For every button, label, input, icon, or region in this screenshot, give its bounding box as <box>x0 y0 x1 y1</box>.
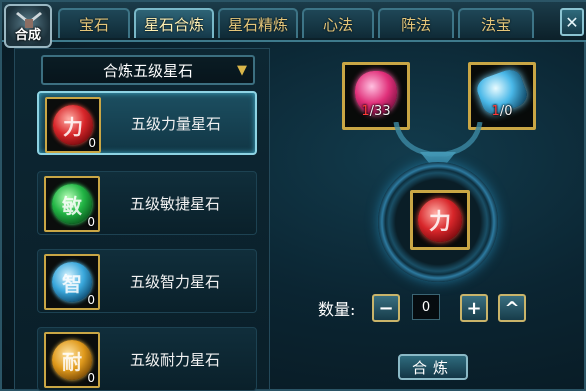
stamina-star-stone-icon: 耐 <box>52 340 92 380</box>
material-slot[interactable]: 1/33 <box>342 62 410 130</box>
item-count: 0 <box>87 371 95 385</box>
minus-icon: − <box>378 297 394 319</box>
max-quantity-button[interactable]: ^ <box>498 294 526 322</box>
item-slot: 智 0 <box>44 254 100 310</box>
list-item[interactable]: 智 0 五级智力星石 <box>37 249 257 313</box>
item-label: 五级智力星石 <box>130 272 221 291</box>
tab-label: 阵法 <box>400 15 431 34</box>
material-count: 1/33 <box>345 104 407 119</box>
recipe-list-panel: 合炼五级星石 ▼ 力 0 五级力量星石 敏 0 五级敏捷星石 智 0 五级智力星… <box>14 48 270 391</box>
rune-mark: 敏 <box>62 193 82 218</box>
tab-label: 心法 <box>322 15 353 34</box>
item-slot: 敏 0 <box>44 176 100 232</box>
close-button[interactable]: ✕ <box>560 8 584 36</box>
intelligence-star-stone-icon: 智 <box>52 262 92 302</box>
quantity-label: 数量: <box>318 300 356 319</box>
list-item[interactable]: 耐 0 五级耐力星石 <box>37 327 257 391</box>
tab-label: 宝石 <box>78 15 109 34</box>
result-slot[interactable]: 力 <box>410 190 470 250</box>
item-label: 五级敏捷星石 <box>130 194 221 213</box>
compose-button[interactable]: 合炼 <box>398 354 468 380</box>
quantity-value: 0 <box>421 299 431 315</box>
material-need: /0 <box>499 104 513 119</box>
agility-star-stone-icon: 敏 <box>52 184 92 224</box>
tab-formations[interactable]: 阵法 <box>378 8 454 38</box>
dropdown-label: 合炼五级星石 <box>102 61 193 80</box>
chevron-up-icon: ^ <box>504 297 520 319</box>
hammer-icon <box>16 12 42 28</box>
tab-mind-skills[interactable]: 心法 <box>302 8 374 38</box>
item-slot: 耐 0 <box>44 332 100 388</box>
category-dropdown[interactable]: 合炼五级星石 ▼ <box>41 55 255 85</box>
quantity-input[interactable]: 0 <box>412 294 440 320</box>
strength-star-stone-icon: 力 <box>53 105 93 145</box>
material-slot[interactable]: 1/0 <box>468 62 536 130</box>
rune-mark: 力 <box>63 114 83 139</box>
rune-mark: 耐 <box>62 349 82 374</box>
decrease-button[interactable]: − <box>372 294 400 322</box>
item-count: 0 <box>88 136 96 150</box>
list-item[interactable]: 敏 0 五级敏捷星石 <box>37 171 257 235</box>
material-have: 1 <box>361 104 370 119</box>
plus-icon: + <box>466 297 482 319</box>
list-item[interactable]: 力 0 五级力量星石 <box>37 91 257 155</box>
material-count: 1/0 <box>471 104 533 119</box>
compose-label: 合炼 <box>411 358 454 377</box>
material-have: 1 <box>491 104 500 119</box>
chevron-down-icon: ▼ <box>237 63 247 78</box>
tab-treasures[interactable]: 法宝 <box>458 8 534 38</box>
tab-bar: 合成 宝石 星石合炼 星石精炼 心法 阵法 法宝 ✕ <box>2 2 586 48</box>
item-label: 五级力量星石 <box>131 114 222 133</box>
rune-mark: 智 <box>62 271 82 296</box>
item-label: 五级耐力星石 <box>130 350 221 369</box>
synthesis-logo: 合成 <box>4 4 52 48</box>
tab-label: 星石合炼 <box>143 15 204 34</box>
item-slot: 力 0 <box>45 97 101 153</box>
item-count: 0 <box>87 215 95 229</box>
close-icon: ✕ <box>565 12 579 32</box>
strength-star-stone-icon: 力 <box>418 198 462 242</box>
tab-star-stone-synthesis[interactable]: 星石合炼 <box>134 8 214 38</box>
synthesis-window: 合成 宝石 星石合炼 星石精炼 心法 阵法 法宝 ✕ 合炼五级星石 ▼ 力 0 … <box>0 0 586 391</box>
item-count: 0 <box>87 293 95 307</box>
tab-gems[interactable]: 宝石 <box>58 8 130 38</box>
tab-star-stone-refine[interactable]: 星石精炼 <box>218 8 298 38</box>
material-need: /33 <box>369 104 391 119</box>
increase-button[interactable]: + <box>460 294 488 322</box>
tab-label: 星石精炼 <box>227 15 288 34</box>
tab-label: 法宝 <box>480 15 511 34</box>
